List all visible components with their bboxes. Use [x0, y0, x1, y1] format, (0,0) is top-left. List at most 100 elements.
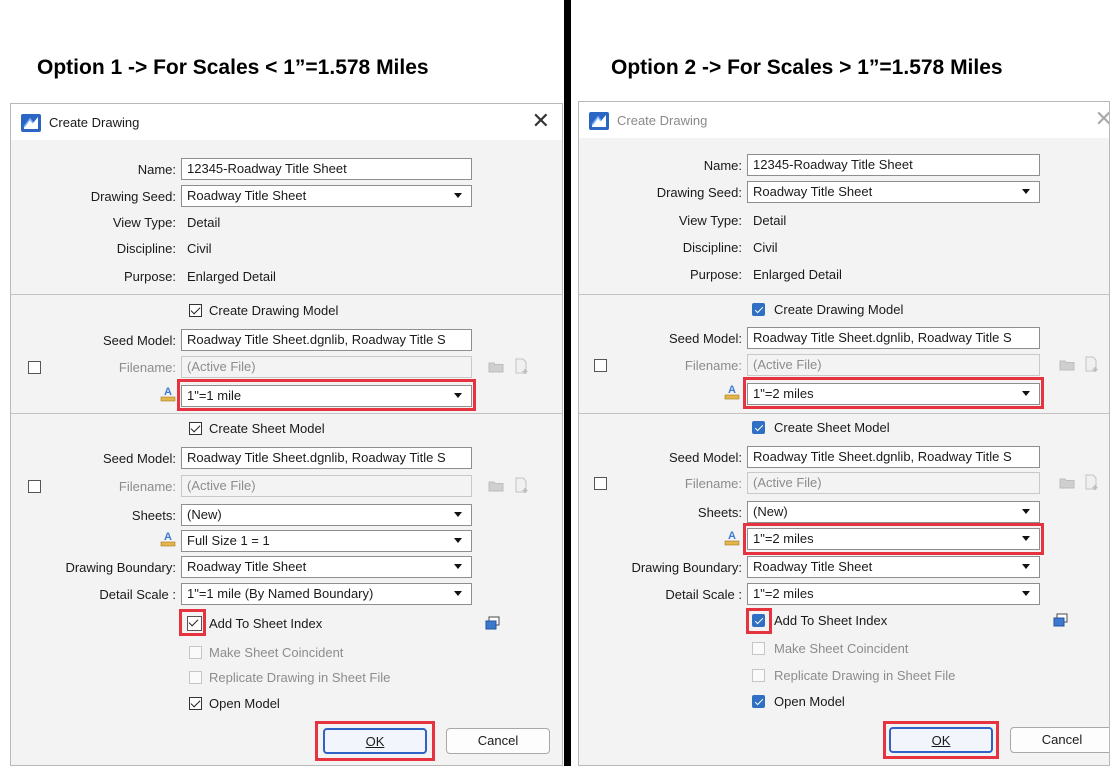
sheets-select[interactable]: (New) — [181, 504, 472, 526]
add-to-sheet-index-label: Add To Sheet Index — [209, 616, 323, 631]
divider-bar — [564, 0, 571, 766]
drawing-filename-input[interactable]: (Active File) — [747, 354, 1040, 376]
replicate-drawing-checkbox[interactable] — [752, 669, 765, 682]
sheet-scale-highlight — [743, 523, 1044, 555]
sheets-label: Sheets: — [131, 508, 176, 523]
create-drawing-model-checkbox[interactable] — [752, 303, 765, 316]
discipline-label: Discipline: — [116, 241, 176, 256]
svg-text:A: A — [164, 531, 172, 543]
folder-icon[interactable] — [488, 360, 504, 374]
drawing-seed-select[interactable]: Roadway Title Sheet — [747, 181, 1040, 203]
close-icon[interactable]: ✕ — [1095, 108, 1109, 130]
sheet-index-icon[interactable] — [485, 616, 501, 631]
replicate-drawing-label: Replicate Drawing in Sheet File — [774, 668, 956, 683]
replicate-drawing-label: Replicate Drawing in Sheet File — [209, 670, 391, 685]
dialog-title: Create Drawing — [49, 115, 140, 130]
sheets-select[interactable]: (New) — [747, 501, 1040, 523]
drawing-seed-model-label: Seed Model: — [669, 331, 742, 346]
scale-icon: A — [160, 531, 176, 547]
new-file-icon[interactable] — [1084, 474, 1100, 491]
drawing-boundary-select[interactable]: Roadway Title Sheet — [181, 556, 472, 578]
option2-heading: Option 2 -> For Scales > 1”=1.578 Miles — [611, 56, 1003, 79]
detail-scale-label: Detail Scale : — [99, 587, 176, 602]
open-model-checkbox[interactable] — [752, 695, 765, 708]
svg-text:A: A — [728, 384, 736, 396]
drawing-seed-label: Drawing Seed: — [90, 189, 176, 204]
add-to-sheet-index-label: Add To Sheet Index — [774, 613, 888, 628]
new-file-icon[interactable] — [1084, 356, 1100, 373]
detail-scale-select[interactable]: 1"=2 miles — [747, 583, 1040, 605]
dialog-titlebar: Create Drawing ✕ — [11, 104, 562, 140]
create-drawing-dialog-option2: Create Drawing ✕ Name: 12345-Roadway Tit… — [578, 101, 1110, 766]
drawing-filename-label: Filename: — [118, 360, 176, 375]
sheet-seed-model-label: Seed Model: — [103, 451, 176, 466]
purpose-label: Purpose: — [123, 269, 176, 284]
drawing-seed-model-input[interactable]: Roadway Title Sheet.dgnlib, Roadway Titl… — [747, 327, 1040, 349]
purpose-label: Purpose: — [689, 267, 742, 282]
create-drawing-model-checkbox[interactable] — [189, 304, 202, 317]
drawing-scale-highlight — [177, 379, 476, 411]
close-icon[interactable]: ✕ — [532, 110, 550, 132]
open-model-label: Open Model — [209, 696, 280, 711]
sheet-filename-label: Filename: — [684, 476, 742, 491]
make-sheet-coincident-checkbox[interactable] — [752, 642, 765, 655]
scale-icon: A — [724, 530, 740, 546]
separator — [11, 294, 562, 295]
view-type-value: Detail — [187, 215, 221, 230]
create-sheet-model-checkbox[interactable] — [189, 422, 202, 435]
sheet-seed-model-label: Seed Model: — [669, 450, 742, 465]
drawing-boundary-label: Drawing Boundary: — [631, 560, 742, 575]
drawing-scale-highlight — [743, 377, 1044, 409]
dialog-titlebar: Create Drawing ✕ — [579, 102, 1109, 138]
discipline-value: Civil — [753, 240, 778, 255]
discipline-label: Discipline: — [682, 240, 742, 255]
create-sheet-model-label: Create Sheet Model — [209, 421, 325, 436]
cancel-button[interactable]: Cancel — [1010, 727, 1109, 753]
sheet-filename-input[interactable]: (Active File) — [181, 475, 472, 497]
make-sheet-coincident-label: Make Sheet Coincident — [774, 641, 909, 656]
view-type-value: Detail — [753, 213, 787, 228]
drawing-filename-input[interactable]: (Active File) — [181, 356, 472, 378]
name-input[interactable]: 12345-Roadway Title Sheet — [181, 158, 472, 180]
app-icon — [589, 112, 609, 130]
name-label: Name: — [137, 162, 176, 177]
name-label: Name: — [703, 158, 742, 173]
drawing-boundary-select[interactable]: Roadway Title Sheet — [747, 556, 1040, 578]
sheet-index-icon[interactable] — [1053, 613, 1069, 628]
drawing-seed-model-label: Seed Model: — [103, 333, 176, 348]
create-drawing-dialog-option1: Create Drawing ✕ Name: 12345-Roadway Tit… — [10, 103, 563, 766]
replicate-drawing-checkbox[interactable] — [189, 671, 202, 684]
cancel-button[interactable]: Cancel — [446, 728, 550, 754]
folder-icon[interactable] — [1059, 476, 1075, 490]
scale-icon: A — [724, 384, 740, 400]
detail-scale-select[interactable]: 1"=1 mile (By Named Boundary) — [181, 583, 472, 605]
discipline-value: Civil — [187, 241, 212, 256]
create-drawing-model-label: Create Drawing Model — [209, 303, 339, 318]
open-model-checkbox[interactable] — [189, 697, 202, 710]
create-drawing-model-label: Create Drawing Model — [774, 302, 904, 317]
svg-text:A: A — [728, 530, 736, 542]
separator — [11, 413, 562, 414]
new-file-icon[interactable] — [514, 477, 530, 494]
drawing-seed-select[interactable]: Roadway Title Sheet — [181, 185, 472, 207]
make-sheet-coincident-label: Make Sheet Coincident — [209, 645, 344, 660]
drawing-seed-label: Drawing Seed: — [656, 185, 742, 200]
sheet-seed-model-input[interactable]: Roadway Title Sheet.dgnlib, Roadway Titl… — [181, 447, 472, 469]
new-file-icon[interactable] — [514, 358, 530, 375]
make-sheet-coincident-checkbox[interactable] — [189, 646, 202, 659]
add-to-sheet-index-highlight — [746, 608, 772, 634]
sheet-filename-input[interactable]: (Active File) — [747, 472, 1040, 494]
name-input[interactable]: 12345-Roadway Title Sheet — [747, 154, 1040, 176]
separator — [579, 294, 1109, 295]
ok-button-highlight — [883, 721, 999, 759]
folder-icon[interactable] — [488, 479, 504, 493]
drawing-seed-model-input[interactable]: Roadway Title Sheet.dgnlib, Roadway Titl… — [181, 329, 472, 351]
open-model-label: Open Model — [774, 694, 845, 709]
sheet-seed-model-input[interactable]: Roadway Title Sheet.dgnlib, Roadway Titl… — [747, 446, 1040, 468]
create-sheet-model-checkbox[interactable] — [752, 421, 765, 434]
sheet-scale-select[interactable]: Full Size 1 = 1 — [181, 530, 472, 552]
drawing-boundary-label: Drawing Boundary: — [65, 560, 176, 575]
folder-icon[interactable] — [1059, 358, 1075, 372]
dialog-title: Create Drawing — [617, 113, 708, 128]
create-sheet-model-label: Create Sheet Model — [774, 420, 890, 435]
